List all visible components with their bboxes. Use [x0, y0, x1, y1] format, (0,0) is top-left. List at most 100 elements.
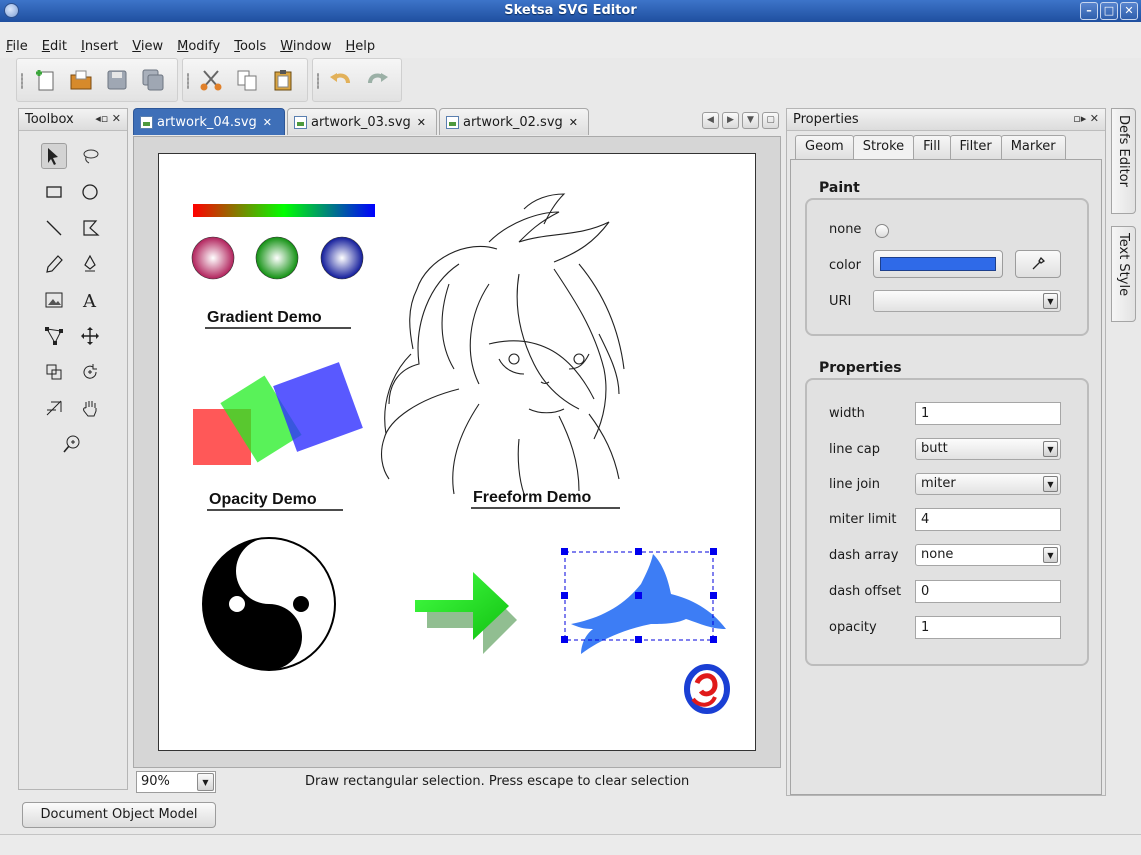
undo-button[interactable] — [327, 66, 355, 94]
document-viewport[interactable]: Gradient Demo Opacity Demo Freeform Demo — [133, 136, 781, 768]
line-tool[interactable] — [41, 215, 67, 241]
line-cap-select[interactable]: butt ▼ — [915, 438, 1061, 460]
menu-item-tools[interactable]: Tools — [234, 39, 266, 54]
minimize-button[interactable]: – — [1080, 2, 1098, 20]
tab-label: artwork_02.svg — [463, 114, 563, 130]
tab-filter[interactable]: Filter — [949, 135, 1002, 159]
move-tool[interactable] — [77, 323, 103, 349]
hand-tool[interactable] — [77, 395, 103, 421]
close-tab-icon[interactable]: ✕ — [417, 116, 426, 129]
close-tab-icon[interactable]: ✕ — [263, 116, 272, 129]
menu-item-window[interactable]: Window — [280, 39, 331, 54]
tab-stroke[interactable]: Stroke — [852, 135, 915, 159]
tab-marker[interactable]: Marker — [1000, 135, 1066, 159]
zoom-tool[interactable] — [59, 431, 85, 457]
scroll-tabs-left-button[interactable]: ◀ — [702, 112, 719, 129]
tab-geom[interactable]: Geom — [795, 135, 854, 159]
stroke-tab-content: Paint none color URI ▼ Properties width … — [790, 159, 1102, 795]
tab-label: artwork_04.svg — [157, 114, 257, 130]
undo-icon — [330, 73, 350, 84]
menu-item-view[interactable]: View — [132, 39, 163, 54]
yin-yang-symbol[interactable] — [202, 537, 336, 671]
lasso-tool[interactable] — [77, 143, 103, 169]
menu-bar: File Edit Insert View Modify Tools Window Help — [0, 22, 1141, 58]
color-swatch — [880, 257, 996, 271]
tab-list-button[interactable]: ▼ — [742, 112, 759, 129]
dash-offset-input[interactable]: 0 — [915, 580, 1061, 603]
rectangle-tool[interactable] — [41, 179, 67, 205]
copy-button[interactable] — [233, 66, 261, 94]
window-title: Sketsa SVG Editor — [504, 3, 637, 18]
text-tool[interactable]: A — [77, 287, 103, 313]
tab-artwork-04[interactable]: artwork_04.svg ✕ — [133, 108, 285, 135]
properties-panel-controls[interactable]: ▫▸ ✕ — [1073, 112, 1099, 125]
dolphin-shape[interactable] — [571, 554, 726, 654]
open-button[interactable] — [67, 66, 95, 94]
pen-tool[interactable] — [77, 251, 103, 277]
cut-button[interactable] — [197, 66, 225, 94]
rotate-tool[interactable] — [77, 359, 103, 385]
menu-item-modify[interactable]: Modify — [177, 39, 220, 54]
maximize-icon: □ — [1103, 4, 1115, 17]
magenta-gradient-circle[interactable] — [191, 236, 235, 280]
miter-limit-input[interactable]: 4 — [915, 508, 1061, 531]
menu-item-insert[interactable]: Insert — [81, 39, 118, 54]
color-swatch-button[interactable] — [873, 250, 1003, 278]
opacity-demo-label: Opacity Demo — [209, 491, 317, 508]
toolbox-panel-controls[interactable]: ◂▫ ✕ — [95, 112, 121, 125]
rainbow-bar[interactable] — [193, 204, 375, 217]
freeform-portrait[interactable] — [380, 193, 625, 495]
svg-canvas[interactable]: Gradient Demo Opacity Demo Freeform Demo — [158, 153, 756, 751]
polyline-tool[interactable] — [77, 215, 103, 241]
dash-array-select[interactable]: none ▼ — [915, 544, 1061, 566]
menu-item-help[interactable]: Help — [346, 39, 376, 54]
none-radio[interactable] — [875, 224, 889, 238]
menu-list: File Edit Insert View Modify Tools Window Help — [6, 39, 375, 54]
select-tool[interactable] — [41, 143, 67, 169]
zoom-select[interactable]: 90% ▼ — [136, 771, 216, 793]
document-object-model-button[interactable]: Document Object Model — [22, 802, 216, 828]
tab-text-style[interactable]: Text Style — [1111, 226, 1136, 322]
gradient-tool[interactable] — [41, 395, 67, 421]
freeform-demo-label: Freeform Demo — [473, 489, 591, 506]
save-all-button[interactable] — [139, 66, 167, 94]
pencil-tool[interactable] — [41, 251, 67, 277]
eyedropper-button[interactable] — [1015, 250, 1061, 278]
transform-tool[interactable] — [41, 359, 67, 385]
line-join-select[interactable]: miter ▼ — [915, 473, 1061, 495]
paste-button[interactable] — [269, 66, 297, 94]
menu-item-edit[interactable]: Edit — [42, 39, 67, 54]
width-input[interactable]: 1 — [915, 402, 1061, 425]
rectangle-icon — [46, 186, 62, 198]
uri-label: URI — [829, 294, 852, 309]
scroll-tabs-right-button[interactable]: ▶ — [722, 112, 739, 129]
selection-box[interactable] — [561, 548, 717, 643]
maximize-document-button[interactable]: ▢ — [762, 112, 779, 129]
image-tool[interactable] — [41, 287, 67, 313]
close-button[interactable]: ✕ — [1120, 2, 1138, 20]
green-arrow[interactable] — [415, 572, 517, 654]
ellipse-tool[interactable] — [77, 179, 103, 205]
chevron-down-icon[interactable]: ▼ — [197, 773, 214, 791]
redo-button[interactable] — [363, 66, 391, 94]
tab-artwork-03[interactable]: artwork_03.svg ✕ — [287, 108, 437, 135]
new-file-button[interactable] — [31, 66, 59, 94]
node-edit-tool[interactable] — [41, 323, 67, 349]
close-tab-icon[interactable]: ✕ — [569, 116, 578, 129]
menu-item-file[interactable]: File — [6, 39, 28, 54]
line-join-label: line join — [829, 477, 881, 492]
dash-offset-label: dash offset — [829, 584, 902, 599]
swirl-logo[interactable] — [684, 664, 730, 714]
rotate-icon — [83, 364, 97, 379]
blue-gradient-circle[interactable] — [320, 236, 364, 280]
save-button[interactable] — [103, 66, 131, 94]
uri-select[interactable]: ▼ — [873, 290, 1061, 312]
tab-defs-editor[interactable]: Defs Editor — [1111, 108, 1136, 214]
lasso-icon — [83, 149, 99, 164]
green-gradient-circle[interactable] — [255, 236, 299, 280]
maximize-button[interactable]: □ — [1100, 2, 1118, 20]
tab-artwork-02[interactable]: artwork_02.svg ✕ — [439, 108, 589, 135]
tab-fill[interactable]: Fill — [913, 135, 951, 159]
none-label: none — [829, 222, 862, 237]
opacity-input[interactable]: 1 — [915, 616, 1061, 639]
